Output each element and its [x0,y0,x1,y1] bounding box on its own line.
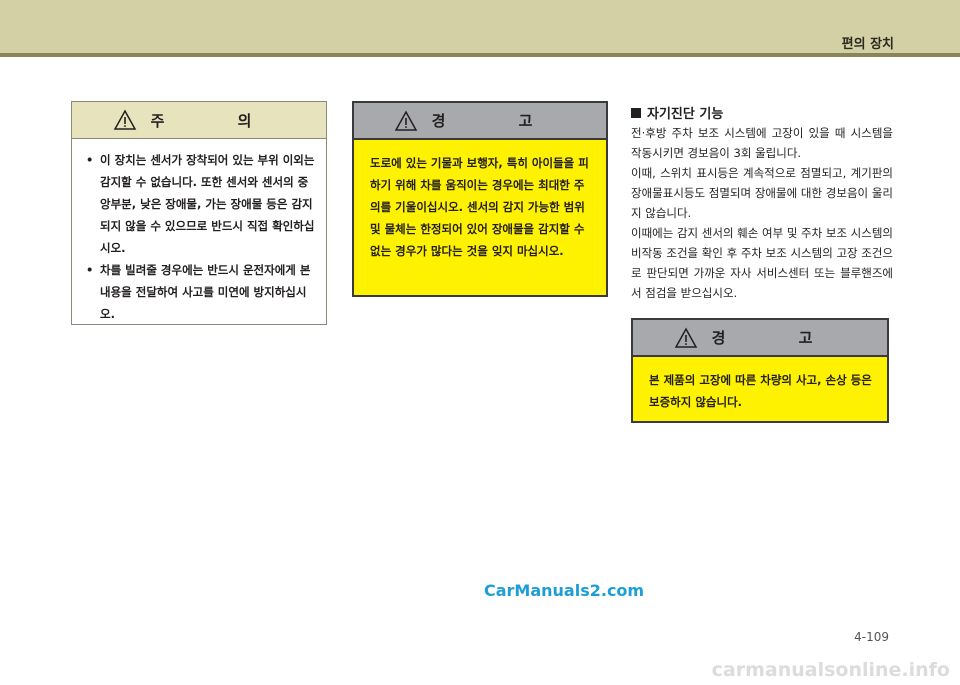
self-diagnosis-body: 전·후방 주차 보조 시스템에 고장이 있을 때 시스템을 작동시키면 경보음이… [631,123,893,303]
warning-box-warranty: 경 고 본 제품의 고장에 따른 차량의 사고, 손상 등은 보증하지 않습니다… [631,318,889,423]
warning-title: 경 고 [431,112,567,130]
warning-text: 도로에 있는 기물과 보행자, 특히 아이들을 피하기 위해 차를 움직이는 경… [370,156,589,258]
square-bullet-icon [631,108,641,118]
warning-header: 경 고 [633,320,887,357]
caution-title: 주 의 [150,111,286,130]
self-diagnosis-title-text: 자기진단 기능 [647,107,724,122]
paragraph: 이때에는 감지 센서의 훼손 여부 및 주차 보조 시스템의 비작동 조건을 확… [631,226,894,300]
warning-text: 본 제품의 고장에 따른 차량의 사고, 손상 등은 보증하지 않습니다. [649,373,872,409]
warning-title: 경 고 [711,329,847,347]
caution-box: 주 의 이 장치는 센서가 장착되어 있는 부위 이외는 감지할 수 없습니다.… [71,101,327,325]
warning-triangle-icon [674,326,697,348]
warning-header: 경 고 [354,103,606,140]
warning-triangle-icon [394,109,417,131]
warning-box-obstacles: 경 고 도로에 있는 기물과 보행자, 특히 아이들을 피하기 위해 차를 움직… [352,101,608,297]
section-header-title: 편의 장치 [841,37,894,52]
paragraph: 이때, 스위치 표시등은 계속적으로 점멸되고, 계기판의 장애물표시등도 점멸… [631,166,893,220]
warning-triangle-icon [113,109,136,130]
header-band [0,0,960,53]
caution-item: 차를 빌려줄 경우에는 반드시 운전자에게 본 내용을 전달하여 사고를 미연에… [86,259,318,325]
caution-header: 주 의 [72,102,326,139]
watermark-link[interactable]: CarManuals2.com [484,581,644,600]
self-diagnosis-title: 자기진단 기능 [631,103,723,122]
footer-watermark: carmanualsonline.info [711,659,950,681]
paragraph: 전·후방 주차 보조 시스템에 고장이 있을 때 시스템을 작동시키면 경보음이… [631,126,893,160]
caution-item: 이 장치는 센서가 장착되어 있는 부위 이외는 감지할 수 없습니다. 또한 … [86,149,318,259]
page-number: 4-109 [854,630,889,644]
caution-list: 이 장치는 센서가 장착되어 있는 부위 이외는 감지할 수 없습니다. 또한 … [72,139,326,325]
header-rule [0,53,960,57]
